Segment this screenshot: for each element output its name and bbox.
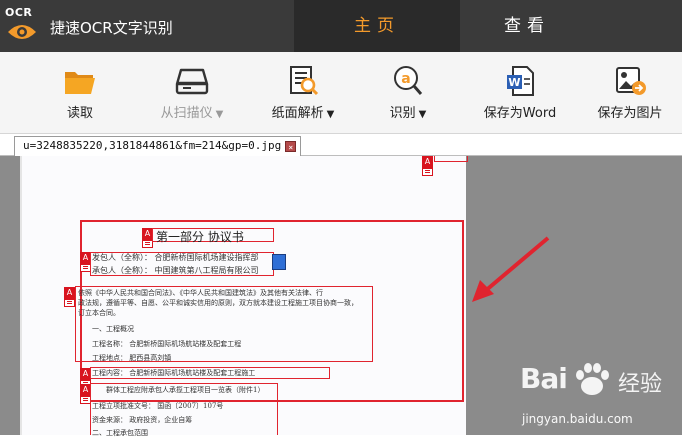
document-tab-strip: u=3248835220,3181844861&fm=214&gp=0.jpg ×: [0, 134, 682, 156]
region-box-top: [434, 156, 468, 162]
baidu-watermark: Bai 经验 jingyan.baidu.com: [520, 358, 682, 435]
folder-open-icon: [65, 72, 95, 94]
title-bar: OCR 捷速OCR文字识别 主页 查看: [0, 0, 682, 52]
doc-line: 依照《中华人民共和国合同法》、《中华人民共和国建筑法》及其他有关法律、行: [78, 289, 323, 297]
annotation-marker[interactable]: A: [422, 156, 433, 176]
tab-view[interactable]: 查看: [460, 0, 594, 52]
doc-line: 工程地点： 肥西县高刘镇: [92, 354, 172, 362]
doc-line: 工程立项批准文号： 国函〔2007〕107号: [92, 402, 224, 410]
svg-text:W: W: [508, 76, 520, 89]
logo-text: OCR: [5, 6, 33, 19]
save-word-button[interactable]: W 保存为Word: [474, 52, 566, 134]
watermark-url: jingyan.baidu.com: [522, 412, 633, 426]
doc-line: 资金来源： 政府投资，企业自筹: [92, 416, 193, 424]
save-image-label: 保存为图片: [597, 106, 663, 121]
recognize-button[interactable]: a 识别 ▼: [374, 52, 442, 134]
save-image-button[interactable]: 保存为图片: [588, 52, 672, 134]
tab-home[interactable]: 主页: [294, 0, 460, 52]
document-heading: 第一部分 协议书: [156, 230, 244, 244]
doc-line: 群体工程应附承包人承揽工程项目一览表（附件1）: [106, 386, 265, 394]
read-button[interactable]: 读取: [44, 52, 116, 134]
save-word-label: 保存为Word: [483, 106, 557, 121]
word-document-icon: W: [507, 66, 534, 96]
paw-icon: [576, 363, 609, 395]
document-tab-label: u=3248835220,3181844861&fm=214&gp=0.jpg: [23, 139, 282, 152]
dropdown-arrow-icon: ▼: [326, 109, 335, 120]
parse-button[interactable]: 纸面解析 ▼: [260, 52, 346, 134]
doc-line: 一、工程概况: [92, 325, 134, 333]
pointer-arrow-icon: [472, 236, 550, 302]
app-logo: OCR: [2, 6, 42, 48]
annotation-marker[interactable]: A: [64, 287, 75, 307]
read-label: 读取: [66, 106, 93, 121]
doc-line: 订立本合同。: [78, 309, 120, 317]
document-tab[interactable]: u=3248835220,3181844861&fm=214&gp=0.jpg ×: [14, 136, 302, 156]
svg-text:a: a: [401, 71, 410, 87]
document-search-icon: [290, 66, 319, 96]
dropdown-arrow-icon: ▼: [418, 109, 427, 120]
eye-icon: [8, 25, 36, 39]
recognize-label: 识别 ▼: [389, 106, 427, 121]
scan-label: 从扫描仪 ▼: [160, 106, 224, 121]
doc-line: 工程内容： 合肥新桥国际机场航站楼及配套工程施工: [92, 369, 256, 377]
image-export-icon: [616, 67, 646, 95]
toolbar: 读取 从扫描仪 ▼ 纸面解析 ▼ a 识别 ▼ W 保存为Word 保存为图片: [0, 52, 682, 134]
doc-line: 二、工程承包范围: [92, 429, 148, 437]
selection-handle[interactable]: [272, 254, 286, 270]
watermark-brand: Bai: [520, 362, 568, 395]
parse-label: 纸面解析 ▼: [271, 106, 335, 121]
scan-button[interactable]: 从扫描仪 ▼: [148, 52, 236, 134]
text-recognition-icon: a: [394, 66, 423, 95]
scanner-icon: [175, 68, 209, 95]
doc-line: 工程名称： 合肥新桥国际机场航站楼及配套工程: [92, 340, 242, 348]
close-icon[interactable]: ×: [285, 141, 297, 152]
doc-line: 承包人（全称）： 中国建筑第八工程局有限公司: [92, 266, 259, 275]
document-page: A A 第一部分 协议书 A 发包人（全称）： 合肥新桥国际机场建设指挥部 承包…: [20, 156, 468, 437]
watermark-tail: 经验: [618, 372, 663, 397]
doc-line: 发包人（全称）： 合肥新桥国际机场建设指挥部: [92, 253, 259, 262]
dropdown-arrow-icon: ▼: [215, 109, 224, 120]
doc-line: 政法规，遵循平等、自愿、公平和诚实信用的原则，双方就本建设工程施工项目协商一致，: [78, 299, 358, 307]
app-title: 捷速OCR文字识别: [50, 19, 173, 37]
